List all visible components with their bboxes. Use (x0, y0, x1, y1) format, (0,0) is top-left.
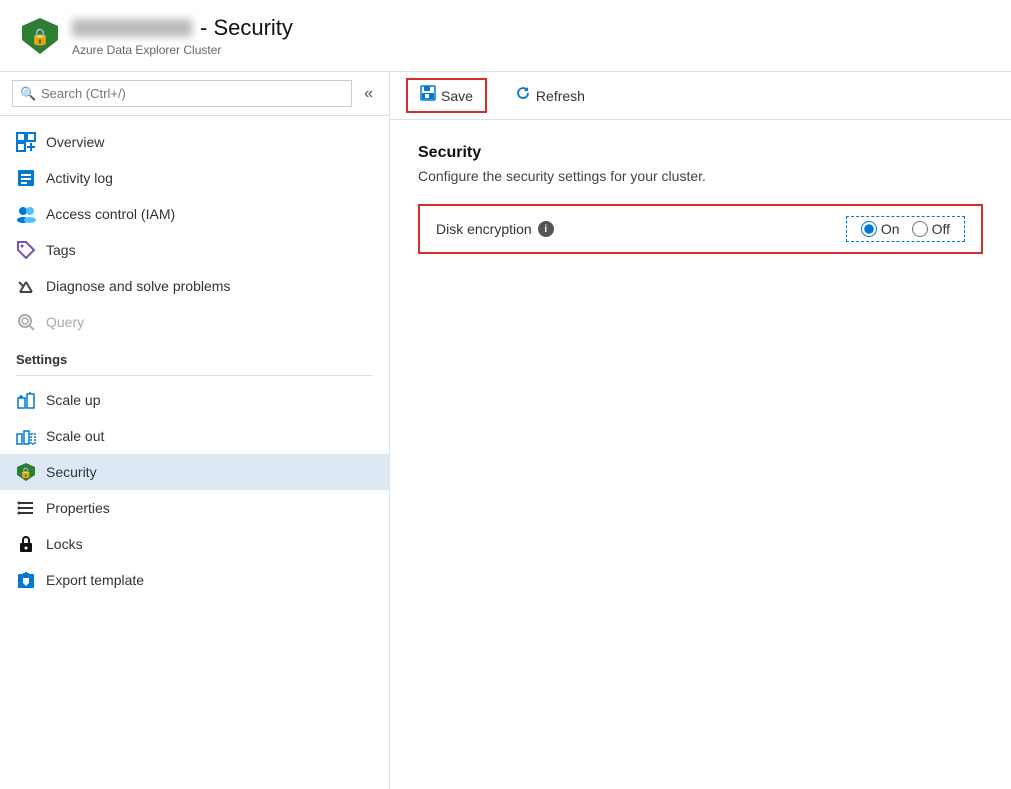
sidebar-item-overview-label: Overview (46, 134, 104, 150)
sidebar-item-activity-log-label: Activity log (46, 170, 113, 186)
sidebar-search-bar: 🔍 « (0, 72, 389, 116)
page-header: 🔒 - Security Azure Data Explorer Cluster (0, 0, 1011, 72)
radio-off-input[interactable] (912, 221, 928, 237)
sidebar-item-scale-up-label: Scale up (46, 392, 100, 408)
sidebar-item-query[interactable]: Query (0, 304, 389, 340)
search-icon: 🔍 (20, 86, 36, 102)
export-template-icon (16, 570, 36, 590)
radio-on-label: On (881, 221, 900, 237)
sidebar-item-locks-label: Locks (46, 536, 83, 552)
search-input[interactable] (12, 80, 352, 107)
disk-encryption-radio-group: On Off (846, 216, 965, 242)
refresh-button-label: Refresh (536, 88, 585, 104)
svg-text:🔒: 🔒 (20, 467, 32, 479)
scale-up-icon (16, 390, 36, 410)
access-control-icon (16, 204, 36, 224)
header-title-block: - Security Azure Data Explorer Cluster (72, 15, 293, 57)
activity-log-icon (16, 168, 36, 188)
sidebar-item-overview[interactable]: Overview (0, 124, 389, 160)
sidebar-item-query-label: Query (46, 314, 84, 330)
sidebar-item-access-control[interactable]: Access control (IAM) (0, 196, 389, 232)
section-title: Security (418, 144, 983, 162)
refresh-button[interactable]: Refresh (503, 80, 597, 111)
sidebar-item-tags-label: Tags (46, 242, 76, 258)
sidebar-navigation: Overview Activity log (0, 116, 389, 789)
sidebar-item-security[interactable]: 🔒 Security (0, 454, 389, 490)
disk-encryption-label: Disk encryption i (436, 221, 846, 237)
properties-icon (16, 498, 36, 518)
radio-off-label: Off (932, 221, 950, 237)
sidebar: 🔍 « Overview (0, 72, 390, 789)
cluster-name-blurred (72, 19, 192, 37)
collapse-button[interactable]: « (360, 81, 377, 107)
sidebar-item-tags[interactable]: Tags (0, 232, 389, 268)
settings-section-heading: Settings (0, 340, 389, 371)
diagnose-icon (16, 276, 36, 296)
radio-on-input[interactable] (861, 221, 877, 237)
query-icon (16, 312, 36, 332)
sidebar-item-security-label: Security (46, 464, 97, 480)
svg-text:🔒: 🔒 (30, 28, 50, 46)
disk-encryption-row: Disk encryption i On Off (418, 204, 983, 254)
content-body: Security Configure the security settings… (390, 120, 1011, 789)
overview-icon (16, 132, 36, 152)
security-icon: 🔒 (16, 462, 36, 482)
scale-out-icon (16, 426, 36, 446)
main-layout: 🔍 « Overview (0, 72, 1011, 789)
save-icon (420, 85, 436, 106)
sidebar-item-activity-log[interactable]: Activity log (0, 160, 389, 196)
sidebar-item-diagnose[interactable]: Diagnose and solve problems (0, 268, 389, 304)
page-title: - Security (200, 15, 293, 41)
sidebar-item-access-control-label: Access control (IAM) (46, 206, 175, 222)
disk-encryption-info-icon[interactable]: i (538, 221, 554, 237)
sidebar-item-properties[interactable]: Properties (0, 490, 389, 526)
sidebar-item-export-template-label: Export template (46, 572, 144, 588)
sidebar-item-export-template[interactable]: Export template (0, 562, 389, 598)
sidebar-item-diagnose-label: Diagnose and solve problems (46, 278, 230, 294)
sidebar-item-scale-out-label: Scale out (46, 428, 104, 444)
sidebar-item-scale-up[interactable]: Scale up (0, 382, 389, 418)
radio-on-option[interactable]: On (861, 221, 900, 237)
disk-encryption-text: Disk encryption (436, 221, 532, 237)
radio-off-option[interactable]: Off (912, 221, 950, 237)
tags-icon (16, 240, 36, 260)
save-button-label: Save (441, 88, 473, 104)
sidebar-item-scale-out[interactable]: Scale out (0, 418, 389, 454)
save-button[interactable]: Save (406, 78, 487, 113)
settings-divider (16, 375, 373, 376)
content-area: Save Refresh Security Configure the secu… (390, 72, 1011, 789)
refresh-icon (515, 85, 531, 106)
header-subtitle: Azure Data Explorer Cluster (72, 43, 293, 57)
section-desc: Configure the security settings for your… (418, 168, 983, 184)
header-shield-icon: 🔒 (20, 16, 60, 56)
sidebar-item-locks[interactable]: Locks (0, 526, 389, 562)
toolbar: Save Refresh (390, 72, 1011, 120)
locks-icon (16, 534, 36, 554)
sidebar-item-properties-label: Properties (46, 500, 110, 516)
